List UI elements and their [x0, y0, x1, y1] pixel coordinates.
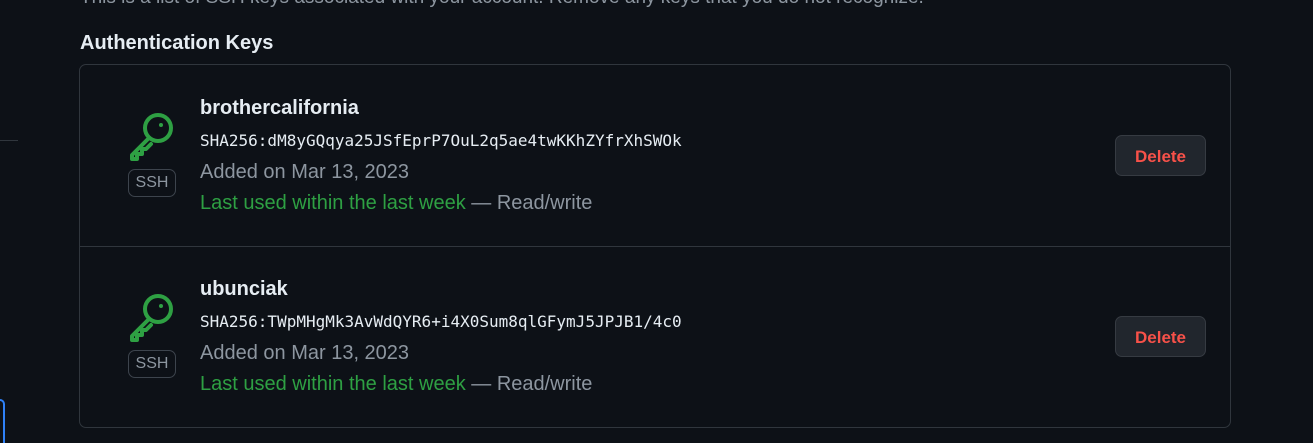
key-row: SSH brothercalifornia SHA256:dM8yGQqya25… [80, 65, 1230, 247]
focused-element-edge[interactable] [0, 399, 5, 443]
ssh-badge: SSH [128, 169, 176, 197]
key-title: brothercalifornia [200, 97, 359, 119]
key-details: ubunciak SHA256:TWpMHgMk3AvWdQYR6+i4X0Su… [200, 276, 682, 400]
delete-key-button[interactable]: Delete [1115, 135, 1206, 176]
key-added-date: Added on Mar 13, 2023 [200, 342, 410, 364]
last-used-text: Last used within the last week [200, 192, 466, 214]
key-added-date: Added on Mar 13, 2023 [200, 161, 410, 183]
delete-key-button[interactable]: Delete [1115, 316, 1206, 357]
key-row: SSH ubunciak SHA256:TWpMHgMk3AvWdQYR6+i4… [80, 246, 1230, 427]
ssh-keys-page: This is a list of SSH keys associated wi… [0, 0, 1313, 443]
section-title: Authentication Keys [80, 32, 274, 54]
key-fingerprint: SHA256:dM8yGQqya25JSfEprP7OuL2q5ae4twKKh… [200, 131, 682, 150]
sidebar-divider [0, 140, 18, 141]
ssh-badge: SSH [128, 350, 176, 378]
key-type-indicator: SSH [125, 110, 181, 200]
last-used-text: Last used within the last week [200, 373, 466, 395]
key-usage: Last used within the last week — Read/wr… [200, 369, 682, 400]
access-level-text: — Read/write [465, 192, 593, 214]
access-level-text: — Read/write [465, 373, 593, 395]
key-details: brothercalifornia SHA256:dM8yGQqya25JSfE… [200, 95, 682, 219]
authentication-keys-list: SSH brothercalifornia SHA256:dM8yGQqya25… [79, 64, 1231, 428]
key-icon [130, 294, 173, 342]
key-usage: Last used within the last week — Read/wr… [200, 188, 682, 219]
key-type-indicator: SSH [125, 291, 181, 381]
key-title: ubunciak [200, 278, 288, 300]
key-icon [130, 113, 173, 161]
key-fingerprint: SHA256:TWpMHgMk3AvWdQYR6+i4X0Sum8qlGFymJ… [200, 312, 682, 331]
intro-text: This is a list of SSH keys associated wi… [80, 0, 924, 9]
